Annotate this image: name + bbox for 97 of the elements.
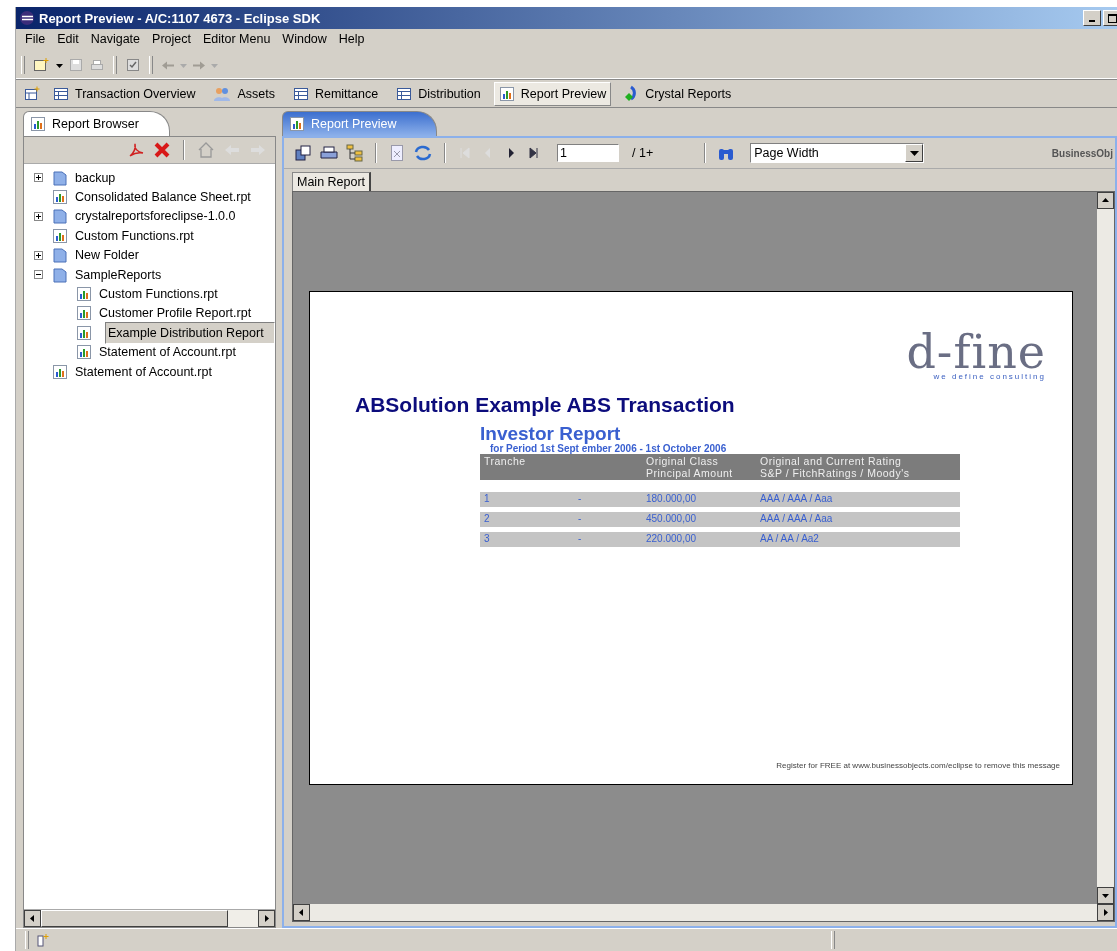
menu-item[interactable]: Editor Menu (197, 32, 276, 49)
tree-item[interactable]: backup (73, 169, 118, 186)
tree-item[interactable]: Custom Functions.rpt (73, 227, 196, 244)
menu-item[interactable]: Navigate (85, 32, 146, 49)
column-header: Tranche (484, 455, 527, 469)
table-cell-text: 450.000,00 (646, 513, 698, 526)
perspective-button[interactable]: Transaction Overview (48, 81, 201, 106)
report-title: ABSolution Example ABS Transaction (355, 393, 736, 417)
scroll-thumb[interactable] (41, 910, 228, 927)
open-perspective-icon[interactable] (24, 85, 40, 102)
pdf-icon[interactable] (127, 141, 145, 159)
zoom-dropdown[interactable]: Page Width (750, 143, 925, 163)
tree-item[interactable]: Statement of Account.rpt (73, 363, 214, 380)
perspective-button[interactable]: Report Preview (493, 81, 612, 106)
tree-item[interactable]: Customer Profile Report.rpt (97, 305, 254, 322)
menu-item[interactable]: Window (277, 32, 332, 49)
column-header: Original Class Principal Amount (646, 455, 734, 479)
table-cell-text: 220.000,00 (646, 533, 698, 546)
tree-item[interactable]: SampleReports (73, 266, 164, 283)
collapse-toggle-icon[interactable] (34, 270, 43, 280)
maximize-icon (1107, 13, 1117, 23)
report-icon (76, 324, 92, 341)
horizontal-scrollbar[interactable] (24, 909, 275, 927)
new-file-icon[interactable] (33, 57, 51, 73)
refresh-icon[interactable] (413, 144, 433, 162)
folder-icon (52, 169, 68, 186)
table-cell-text: AA / AA / Aa2 (760, 533, 820, 546)
folder-icon (52, 247, 68, 264)
watermark-message: Register for FREE at www.businessobjects.com/eclipse to remove this message (776, 761, 1060, 770)
logo-tagline: we define consulting (933, 372, 1046, 381)
perspective-button[interactable]: Remittance (287, 81, 384, 106)
folder-icon (52, 266, 68, 283)
menu-item[interactable]: File (20, 32, 51, 49)
export-icon[interactable] (294, 144, 312, 162)
scroll-right-icon[interactable] (1097, 904, 1114, 921)
perspective-button[interactable]: Crystal Reports (619, 81, 737, 106)
tree-item[interactable]: Consolidated Balance Sheet.rpt (73, 189, 253, 206)
tree-item[interactable]: Statement of Account.rpt (97, 344, 238, 361)
menu-item[interactable]: Project (147, 32, 196, 49)
report-icon (52, 227, 68, 244)
delete-icon[interactable] (153, 141, 171, 159)
report-icon (289, 116, 305, 132)
page-number-field[interactable]: 1 (557, 144, 619, 162)
expand-toggle-icon[interactable] (34, 173, 43, 183)
report-icon (30, 116, 46, 132)
expand-toggle-icon[interactable] (34, 250, 43, 260)
scroll-left-icon[interactable] (293, 904, 310, 921)
report-icon (76, 344, 92, 361)
view-tab[interactable]: Report Browser (23, 111, 170, 136)
menu-item[interactable]: Edit (52, 32, 84, 49)
brand-logo: BusinessObj (1051, 147, 1113, 159)
expand-toggle-icon[interactable] (34, 211, 43, 221)
window-title: Report Preview - A/C:1107 4673 - Eclipse SDK (39, 10, 322, 26)
caret-icon (909, 150, 919, 156)
menu-item[interactable]: Help (333, 32, 370, 49)
table-cell-text: 180.000,00 (646, 493, 698, 506)
perspective-button[interactable]: Distribution (391, 81, 486, 106)
people-icon (213, 85, 232, 102)
table-cell-text: - (578, 513, 583, 526)
minimize-button[interactable] (1083, 10, 1101, 26)
tree-item[interactable]: Example Distribution Report (105, 321, 275, 344)
table-icon (292, 85, 309, 102)
table-cell-text: - (578, 533, 583, 546)
table-cell-text: 1 (484, 493, 491, 506)
report-icon (498, 85, 515, 102)
report-icon (76, 305, 92, 322)
scroll-up-icon[interactable] (1097, 192, 1114, 209)
print-icon[interactable] (319, 144, 339, 162)
column-header: Original and Current Rating S&P / FitchRatings / Moody's (760, 455, 911, 479)
table-cell-text: - (578, 493, 583, 506)
group-tree-icon[interactable] (346, 144, 364, 162)
scroll-left-icon[interactable] (24, 910, 41, 927)
horizontal-scrollbar[interactable] (293, 904, 1114, 921)
folder-icon (52, 208, 68, 225)
table-cell-text: AAA / AAA / Aaa (760, 513, 834, 526)
maximize-button[interactable] (1103, 10, 1117, 26)
tree-item[interactable]: New Folder (73, 247, 141, 264)
perspective-button[interactable]: Assets (208, 81, 280, 106)
scroll-down-icon[interactable] (1097, 887, 1114, 904)
vertical-scrollbar[interactable] (1097, 192, 1114, 904)
table-icon (396, 85, 413, 102)
table-icon (53, 85, 69, 102)
table-cell-text: 3 (484, 533, 491, 546)
tree-item[interactable]: Custom Functions.rpt (97, 286, 220, 303)
table-cell-text: 2 (484, 513, 491, 526)
eclipse-icon (19, 10, 35, 26)
table-cell-text: AAA / AAA / Aaa (760, 493, 834, 506)
report-icon (76, 286, 92, 303)
report-icon (52, 189, 68, 206)
company-logo: d-fine (906, 332, 1046, 372)
scroll-right-icon[interactable] (258, 910, 275, 927)
page-count: / 1+ (632, 146, 654, 160)
tree-item[interactable]: crystalreportsforeclipse-1.0.0 (73, 208, 238, 225)
fast-view-icon[interactable] (36, 933, 50, 947)
report-tab[interactable]: Main Report (292, 172, 372, 191)
checklist-icon[interactable] (125, 57, 141, 73)
report-icon (52, 363, 68, 380)
